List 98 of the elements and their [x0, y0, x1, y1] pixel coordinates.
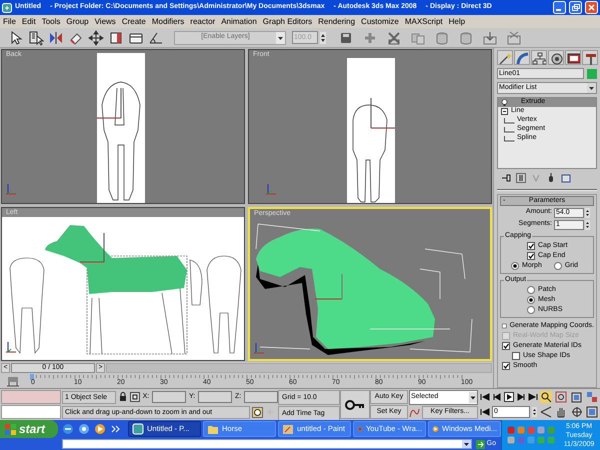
collapse-icon[interactable] [501, 108, 508, 115]
checkbox[interactable] [527, 252, 535, 260]
menu-item[interactable]: Customize [361, 16, 399, 28]
zoom-icon[interactable] [540, 390, 552, 403]
checkbox[interactable] [512, 352, 520, 360]
axis-tripod-icon [254, 342, 264, 353]
maximize-viewport-icon[interactable] [586, 406, 598, 418]
select-by-name-icon[interactable] [28, 30, 44, 46]
listener-field[interactable] [1, 405, 61, 419]
menu-item[interactable]: reactor [190, 16, 216, 28]
remove-modifier-icon[interactable] [546, 173, 556, 183]
pan-hand-icon[interactable] [555, 406, 568, 418]
cylinder-icon[interactable] [434, 30, 450, 46]
absolute-mode-icon[interactable] [130, 392, 140, 402]
menu-item[interactable]: File [3, 16, 16, 28]
mirror-icon[interactable] [48, 30, 64, 46]
listener-field[interactable] [1, 390, 61, 404]
checkbox[interactable] [502, 342, 510, 350]
ie-icon[interactable] [62, 423, 74, 435]
checkbox[interactable] [502, 362, 510, 370]
key-icon [345, 400, 365, 410]
windows-logo-icon [5, 424, 16, 434]
zoom-extents-icon[interactable] [570, 390, 583, 403]
ie-icon[interactable] [78, 423, 90, 435]
checkbox[interactable] [527, 242, 535, 250]
show-end-result-icon[interactable] [516, 173, 526, 183]
coordinate-field[interactable] [152, 391, 186, 403]
menu-item[interactable]: Modifiers [152, 16, 184, 28]
radio-button[interactable] [527, 296, 535, 304]
curve-icon[interactable] [409, 407, 420, 418]
spinner-arrows-icon[interactable] [320, 32, 326, 44]
zoom-all-icon[interactable] [555, 390, 568, 403]
menu-item[interactable]: Edit [22, 16, 36, 28]
checkbox[interactable] [502, 322, 507, 330]
radio-button[interactable] [527, 306, 535, 314]
radio-button[interactable] [527, 286, 535, 294]
app-icon [2, 2, 12, 12]
square-icon[interactable] [108, 30, 124, 46]
set-key-button[interactable] [340, 390, 370, 419]
dropdown-arrow-icon[interactable] [462, 440, 471, 448]
play-icon[interactable] [504, 392, 514, 402]
coordinate-field[interactable] [198, 391, 232, 403]
tree-line-icon [504, 126, 515, 132]
radio-button[interactable] [511, 262, 519, 270]
field-of-view-icon[interactable] [540, 406, 552, 418]
menu-item[interactable]: Tools [42, 16, 60, 28]
next-key-icon[interactable] [516, 392, 526, 402]
lightbulb-icon[interactable] [501, 99, 508, 106]
media-player-icon[interactable] [94, 423, 106, 435]
box-icon[interactable] [506, 30, 522, 46]
go-to-start-icon[interactable] [480, 392, 490, 402]
menu-item[interactable]: Graph Editors [262, 16, 312, 28]
curve-editor-icon[interactable] [6, 375, 20, 387]
tree-line-icon [504, 136, 515, 142]
transform-gizmo-icon [80, 232, 104, 262]
axis-tripod-icon [266, 184, 276, 194]
menu-item[interactable]: MAXScript [404, 16, 443, 28]
previous-key-icon[interactable] [492, 392, 502, 402]
minimize-icon[interactable] [553, 1, 566, 14]
spinner-arrows-icon[interactable] [585, 220, 590, 230]
tree-line-icon [504, 118, 515, 124]
go-to-end-icon[interactable] [528, 392, 538, 402]
close-icon[interactable] [585, 1, 598, 14]
menu-item[interactable]: Help [448, 16, 466, 28]
spinner-arrows-icon[interactable] [585, 208, 590, 218]
menu-item[interactable]: Views [94, 16, 116, 28]
chevron-icon[interactable] [110, 423, 122, 435]
download-icon[interactable] [482, 30, 498, 46]
axis-tripod-icon [6, 184, 16, 194]
move-icon[interactable] [88, 30, 104, 46]
menu-item[interactable]: Create [122, 16, 146, 28]
media-player-icon [432, 423, 439, 435]
folder-icon [207, 423, 219, 435]
paint-icon [282, 423, 294, 435]
cylinder-icon[interactable] [458, 30, 474, 46]
menu-item[interactable]: Animation [221, 16, 257, 28]
address-field[interactable] [62, 439, 472, 449]
lock-icon[interactable] [118, 392, 127, 402]
coordinate-field[interactable] [244, 391, 278, 403]
time-tag-icon[interactable] [252, 406, 263, 418]
restore-icon[interactable] [569, 1, 582, 14]
transform-gizmo-icon [314, 273, 342, 299]
radio-button[interactable] [554, 262, 562, 270]
object-color-swatch[interactable] [587, 68, 597, 78]
menu-item[interactable]: Group [66, 16, 89, 28]
configure-icon[interactable] [561, 173, 571, 183]
transform-gizmo-icon [96, 88, 122, 118]
key-mode-toggle-icon[interactable] [480, 407, 490, 417]
arrow-icon [476, 440, 485, 448]
menu-item[interactable]: Rendering [318, 16, 356, 28]
axis-tripod-icon [6, 341, 16, 352]
transform-gizmo-icon [370, 98, 396, 128]
app-icon [132, 423, 144, 435]
start-button[interactable]: start [0, 420, 58, 438]
orbit-icon[interactable] [570, 406, 583, 418]
pin-icon[interactable] [501, 173, 511, 183]
cross-icon[interactable] [386, 30, 402, 46]
spinner-arrows-icon[interactable] [532, 407, 537, 417]
